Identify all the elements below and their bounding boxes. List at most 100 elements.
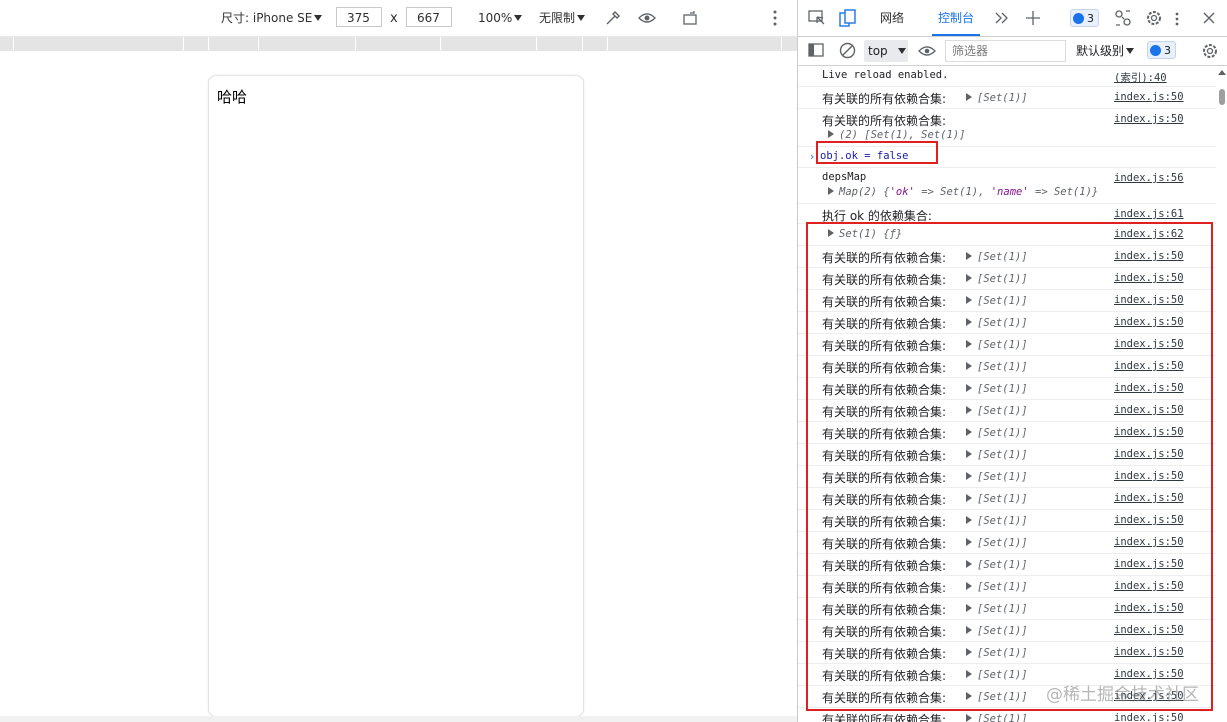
clear-console-icon[interactable] <box>839 42 856 59</box>
command-text[interactable]: obj.ok = false <box>820 150 909 162</box>
console-settings-gear-icon[interactable] <box>1201 42 1219 60</box>
expandable-object[interactable]: [Set(1)] <box>966 251 1028 263</box>
object-preview: (2) [Set(1), Set(1)] <box>839 129 966 141</box>
device-dimensions-dropdown[interactable]: 尺寸: iPhone SE <box>221 8 323 28</box>
console-scrollbar[interactable] <box>1216 66 1227 722</box>
expandable-object[interactable]: [Set(1)] <box>966 449 1028 461</box>
source-link[interactable]: index.js:50 <box>1114 272 1184 284</box>
source-link[interactable]: index.js:50 <box>1114 492 1184 504</box>
message-text: 有关联的所有依赖合集: <box>822 92 947 106</box>
eyedropper-icon[interactable] <box>604 9 622 27</box>
source-link[interactable]: index.js:50 <box>1114 470 1184 482</box>
console-output[interactable]: Live reload enabled. (索引):40 有关联的所有依赖合集:… <box>798 66 1216 722</box>
context-selector[interactable]: top <box>864 40 908 62</box>
expandable-object[interactable]: [Set(1)] <box>966 537 1028 549</box>
source-link[interactable]: index.js:61 <box>1114 208 1184 220</box>
source-link[interactable]: index.js:50 <box>1114 624 1184 636</box>
scroll-thumb[interactable] <box>1219 89 1225 105</box>
close-icon[interactable] <box>1203 12 1215 24</box>
expandable-object[interactable]: [Set(1)] <box>966 361 1028 373</box>
expandable-object[interactable]: [Set(1)] <box>966 625 1028 637</box>
expandable-object[interactable]: [Set(1)] <box>966 427 1028 439</box>
expandable-object[interactable]: [Set(1)] <box>966 581 1028 593</box>
scroll-up-arrow-icon[interactable] <box>1218 70 1226 75</box>
ruler-segment <box>440 37 441 51</box>
tab-network[interactable]: 网络 <box>880 0 904 36</box>
message-text: 有关联的所有依赖合集: <box>822 603 947 617</box>
throttle-dropdown[interactable]: 无限制 <box>539 8 586 28</box>
expandable-object[interactable]: [Set(1)] <box>966 471 1028 483</box>
device-width-input[interactable]: 375 <box>336 7 382 27</box>
source-link[interactable]: index.js:50 <box>1114 602 1184 614</box>
expandable-object[interactable]: [Set(1)] <box>966 691 1028 703</box>
expandable-object[interactable]: [Set(1)] <box>966 273 1028 285</box>
expandable-object[interactable]: [Set(1)] <box>966 405 1028 417</box>
expandable-object[interactable]: (2) [Set(1), Set(1)] <box>828 129 965 141</box>
source-link[interactable]: index.js:50 <box>1114 448 1184 460</box>
issues-badge[interactable]: 3 <box>1070 9 1099 27</box>
expandable-object[interactable]: [Set(1)] <box>966 603 1028 615</box>
more-options-icon[interactable] <box>772 10 778 26</box>
object-preview: Set(1) {ƒ} <box>839 228 903 240</box>
devtools-tabbar: 网络 控制台 3 <box>798 0 1227 37</box>
console-filter-input[interactable]: 筛选器 <box>945 40 1066 62</box>
source-link[interactable]: index.js:50 <box>1114 91 1184 103</box>
source-link[interactable]: index.js:50 <box>1114 712 1184 722</box>
expandable-object[interactable]: [Set(1)] <box>966 559 1028 571</box>
expandable-object[interactable]: [Set(1)] <box>966 295 1028 307</box>
source-link[interactable]: index.js:50 <box>1114 316 1184 328</box>
expandable-object[interactable]: Set(1) {ƒ} <box>828 228 902 240</box>
messages-badge[interactable]: 3 <box>1147 41 1176 59</box>
object-preview: [Set(1)] <box>977 92 1028 104</box>
source-link[interactable]: index.js:50 <box>1114 404 1184 416</box>
expandable-object[interactable]: [Set(1)] <box>966 317 1028 329</box>
expandable-object[interactable]: [Set(1)] <box>966 515 1028 527</box>
log-levels-dropdown[interactable]: 默认级别 <box>1076 40 1135 62</box>
source-link[interactable]: index.js:50 <box>1114 250 1184 262</box>
source-link[interactable]: index.js:56 <box>1114 172 1184 184</box>
source-link[interactable]: index.js:50 <box>1114 113 1184 125</box>
source-link[interactable]: index.js:50 <box>1114 382 1184 394</box>
inspect-element-icon[interactable] <box>808 10 826 26</box>
media-query-ruler[interactable] <box>0 37 797 51</box>
sidebar-toggle-icon[interactable] <box>808 43 824 57</box>
more-tabs-chevron-icon[interactable] <box>995 12 1009 24</box>
device-toolbar-toggle-icon[interactable] <box>839 9 857 27</box>
rotate-icon[interactable] <box>682 10 700 26</box>
emulated-device-viewport[interactable]: 哈哈 <box>208 75 584 717</box>
source-link[interactable]: index.js:50 <box>1114 536 1184 548</box>
source-link[interactable]: index.js:50 <box>1114 646 1184 658</box>
settings-gear-icon[interactable] <box>1145 9 1163 27</box>
expandable-object[interactable]: [Set(1)] <box>966 647 1028 659</box>
source-link[interactable]: index.js:50 <box>1114 338 1184 350</box>
source-link[interactable]: index.js:62 <box>1114 228 1184 240</box>
horizontal-scrollbar[interactable] <box>0 716 797 722</box>
source-link[interactable]: index.js:50 <box>1114 360 1184 372</box>
customize-icon[interactable] <box>1114 9 1132 27</box>
expand-triangle-icon <box>966 516 972 524</box>
expandable-object[interactable]: [Set(1)] <box>966 493 1028 505</box>
source-link[interactable]: index.js:50 <box>1114 580 1184 592</box>
expandable-object[interactable]: [Set(1)] <box>966 383 1028 395</box>
eye-icon[interactable] <box>638 10 656 26</box>
live-expression-eye-icon[interactable] <box>918 44 936 58</box>
device-height-input[interactable]: 667 <box>406 7 452 27</box>
expandable-object[interactable]: [Set(1)] <box>966 339 1028 351</box>
console-message: 有关联的所有依赖合集: [Set(1)] index.js:50 <box>798 488 1216 510</box>
add-tab-icon[interactable] <box>1026 11 1040 25</box>
source-link[interactable]: index.js:50 <box>1114 426 1184 438</box>
source-link[interactable]: (索引):40 <box>1114 70 1167 85</box>
source-link[interactable]: index.js:50 <box>1114 668 1184 680</box>
expandable-object[interactable]: [Set(1)] <box>966 92 1028 104</box>
expandable-object[interactable]: [Set(1)] <box>966 669 1028 681</box>
expandable-object[interactable]: Map(2) {'ok' => Set(1), 'name' => Set(1)… <box>828 186 1098 198</box>
zoom-dropdown[interactable]: 100% <box>478 8 523 28</box>
source-link[interactable]: index.js:50 <box>1114 294 1184 306</box>
more-options-icon[interactable] <box>1174 12 1180 26</box>
tab-console[interactable]: 控制台 <box>932 0 980 36</box>
message-text: 有关联的所有依赖合集: <box>822 449 947 463</box>
source-link[interactable]: index.js:50 <box>1114 558 1184 570</box>
source-link[interactable]: index.js:50 <box>1114 514 1184 526</box>
chevron-down-icon <box>897 47 906 54</box>
expandable-object[interactable]: [Set(1)] <box>966 713 1028 722</box>
